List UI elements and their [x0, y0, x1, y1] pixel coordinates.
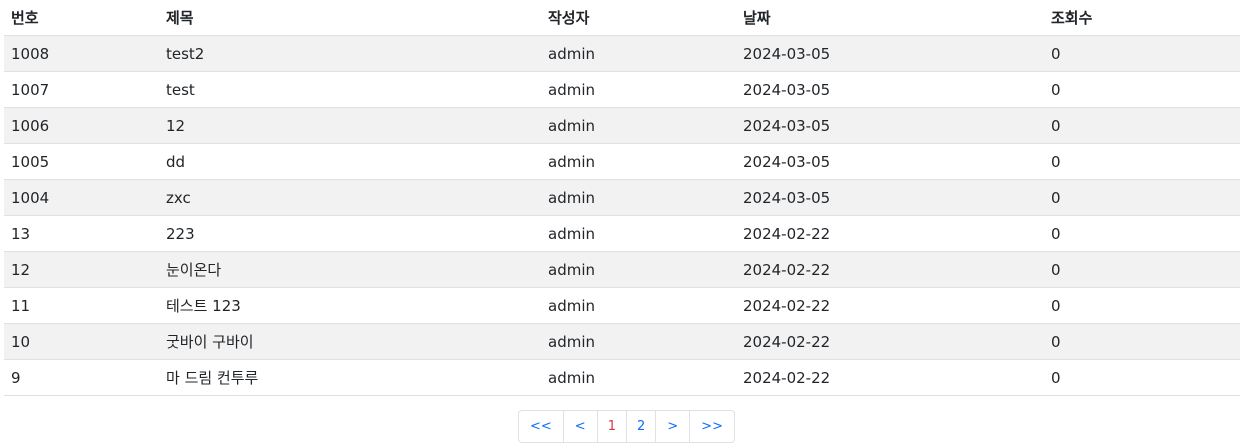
cell-author: admin [541, 323, 736, 360]
cell-title-link[interactable]: test [159, 71, 541, 108]
cell-author: admin [541, 359, 736, 396]
cell-number: 1004 [4, 179, 159, 216]
cell-views: 0 [1044, 323, 1240, 360]
cell-number: 12 [4, 251, 159, 288]
header-number: 번호 [4, 0, 159, 36]
table-row: 12 눈이온다 admin 2024-02-22 0 [4, 251, 1240, 288]
table-row: 13 223 admin 2024-02-22 0 [4, 215, 1240, 252]
board-container: 번호 제목 작성자 날짜 조회수 1008 test2 admin 2024-03-0… [4, 0, 1240, 396]
table-row: 1008 test2 admin 2024-03-05 0 [4, 35, 1240, 72]
cell-author: admin [541, 215, 736, 252]
cell-author: admin [541, 71, 736, 108]
cell-date: 2024-02-22 [736, 323, 1044, 360]
cell-number: 13 [4, 215, 159, 252]
next-page-link[interactable]: > [655, 411, 689, 442]
cell-date: 2024-02-22 [736, 215, 1044, 252]
pagination: << < 1 2 > >> [518, 410, 735, 443]
table-row: 9마 드림 컨투루 admin 2024-02-22 0 [4, 359, 1240, 396]
header-date: 날짜 [736, 0, 1044, 36]
cell-number: 1005 [4, 143, 159, 180]
cell-author: admin [541, 143, 736, 180]
header-title: 제목 [159, 0, 541, 36]
cell-views: 0 [1044, 287, 1240, 324]
cell-number: 1008 [4, 35, 159, 72]
cell-date: 2024-03-05 [736, 35, 1044, 72]
table-row: 1004 zxc admin 2024-03-05 0 [4, 179, 1240, 216]
table-header: 번호 제목 작성자 날짜 조회수 [4, 0, 1240, 36]
header-row: 번호 제목 작성자 날짜 조회수 [4, 0, 1240, 36]
cell-title-link[interactable]: 테스트 123 [159, 287, 541, 324]
cell-title-link[interactable]: dd [159, 143, 541, 180]
cell-views: 0 [1044, 179, 1240, 216]
header-views: 조회수 [1044, 0, 1240, 36]
page-link-2[interactable]: 2 [625, 411, 655, 442]
cell-title-link[interactable]: test2 [159, 35, 541, 72]
table-row: 1007 test admin 2024-03-05 0 [4, 71, 1240, 108]
cell-title-link[interactable]: 눈이온다 [159, 251, 541, 288]
page-link-1[interactable]: 1 [596, 411, 626, 442]
cell-title-link[interactable]: 12 [159, 107, 541, 144]
cell-title-link[interactable]: 223 [159, 215, 541, 252]
cell-author: admin [541, 35, 736, 72]
table-row: 11 테스트 123 admin 2024-02-22 0 [4, 287, 1240, 324]
cell-views: 0 [1044, 35, 1240, 72]
cell-views: 0 [1044, 107, 1240, 144]
cell-number: 11 [4, 287, 159, 324]
cell-date: 2024-02-22 [736, 287, 1044, 324]
cell-number: 10 [4, 323, 159, 360]
cell-number: 1007 [4, 71, 159, 108]
table-body: 1008 test2 admin 2024-03-05 0 1007 test admin 20… [4, 35, 1240, 396]
cell-date: 2024-02-22 [736, 359, 1044, 396]
cell-author: admin [541, 251, 736, 288]
cell-title-link[interactable]: 굿바이 구바이 [159, 323, 541, 360]
table-row: 1005 dd admin 2024-03-05 0 [4, 143, 1240, 180]
cell-views: 0 [1044, 215, 1240, 252]
cell-views: 0 [1044, 143, 1240, 180]
cell-date: 2024-03-05 [736, 179, 1044, 216]
prev-page-link[interactable]: < [562, 411, 597, 442]
cell-title-link[interactable]: 마 드림 컨투루 [159, 359, 541, 396]
cell-author: admin [541, 107, 736, 144]
cell-date: 2024-03-05 [736, 107, 1044, 144]
cell-date: 2024-03-05 [736, 71, 1044, 108]
first-page-link[interactable]: << [519, 411, 563, 442]
cell-author: admin [541, 287, 736, 324]
cell-title-link[interactable]: zxc [159, 179, 541, 216]
table-row: 1006 12 admin 2024-03-05 0 [4, 107, 1240, 144]
cell-date: 2024-03-05 [736, 143, 1044, 180]
cell-date: 2024-02-22 [736, 251, 1044, 288]
cell-author: admin [541, 179, 736, 216]
cell-views: 0 [1044, 71, 1240, 108]
cell-views: 0 [1044, 359, 1240, 396]
post-table: 번호 제목 작성자 날짜 조회수 1008 test2 admin 2024-03-0… [4, 0, 1240, 396]
cell-number: 9 [4, 359, 159, 396]
last-page-link[interactable]: >> [689, 411, 734, 442]
cell-views: 0 [1044, 251, 1240, 288]
header-author: 작성자 [541, 0, 736, 36]
table-row: 10 굿바이 구바이 admin 2024-02-22 0 [4, 323, 1240, 360]
cell-number: 1006 [4, 107, 159, 144]
